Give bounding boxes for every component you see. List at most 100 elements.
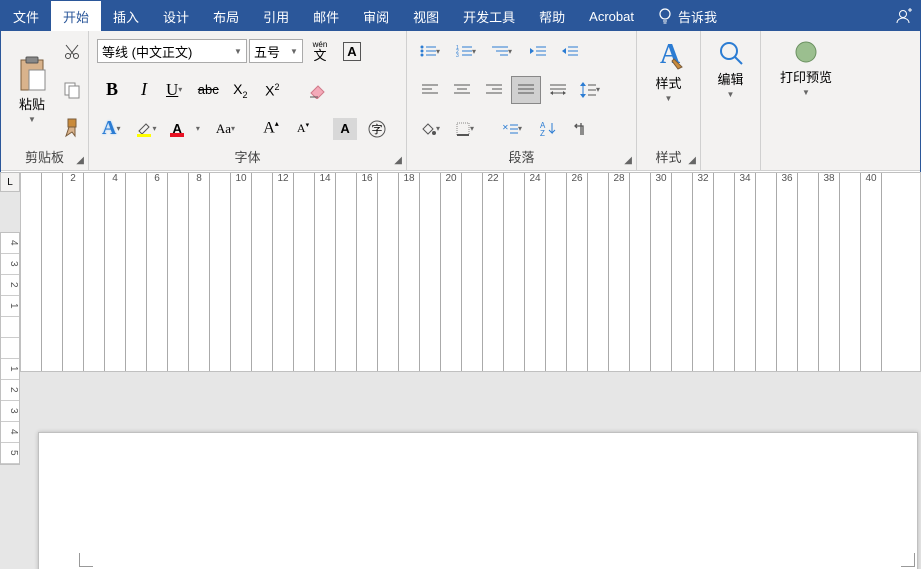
editing-label: 编辑 <box>717 69 743 88</box>
text-effects-button[interactable]: A▾ <box>97 115 129 143</box>
paste-button[interactable]: 粘贴 ▼ <box>9 35 55 145</box>
find-icon <box>717 39 745 67</box>
phonetic-guide-button[interactable]: wén文 <box>305 37 335 65</box>
svg-text:Z: Z <box>540 129 545 137</box>
asian-layout-button[interactable]: ✕▾ <box>497 115 531 143</box>
tab-insert[interactable]: 插入 <box>101 1 151 31</box>
tab-view[interactable]: 视图 <box>401 1 451 31</box>
vertical-ruler[interactable]: 432112345 <box>0 232 20 465</box>
tab-layout[interactable]: 布局 <box>201 1 251 31</box>
clipboard-launcher[interactable]: ◢ <box>76 155 84 166</box>
copy-icon <box>63 81 81 99</box>
paragraph-launcher[interactable]: ◢ <box>624 155 632 166</box>
asian-layout-icon: ✕ <box>502 122 518 136</box>
group-styles: A 样式 ▼ 样式 ◢ <box>637 31 701 170</box>
shading-button[interactable]: ▾ <box>415 115 449 143</box>
tab-references[interactable]: 引用 <box>251 1 301 31</box>
bullets-button[interactable]: ▾ <box>415 37 449 65</box>
enclose-char-button[interactable]: 字 <box>362 115 392 143</box>
char-shading-button[interactable]: A <box>330 115 360 143</box>
font-name-combo[interactable]: 等线 (中文正文)▼ <box>97 39 247 63</box>
paint-bucket-icon <box>420 121 436 137</box>
tab-mail[interactable]: 邮件 <box>301 1 351 31</box>
multilevel-button[interactable]: ▾ <box>487 37 521 65</box>
cut-button[interactable] <box>57 38 87 66</box>
underline-button[interactable]: U▾ <box>161 76 191 104</box>
brush-icon <box>63 118 81 138</box>
sort-icon: AZ <box>540 121 556 137</box>
font-color-button[interactable]: A▾ <box>167 115 208 143</box>
styles-label: 样式 <box>655 73 681 92</box>
font-launcher[interactable]: ◢ <box>394 155 402 166</box>
bold-button[interactable]: B <box>97 76 127 104</box>
line-spacing-button[interactable]: ▾ <box>575 76 609 104</box>
margin-corner-tr <box>901 553 915 567</box>
paste-label: 粘贴 <box>19 94 45 113</box>
tab-file[interactable]: 文件 <box>1 1 51 31</box>
group-font-label: 字体 <box>97 145 398 168</box>
sort-button[interactable]: AZ <box>533 115 563 143</box>
indent-icon <box>562 44 578 58</box>
record-icon <box>793 39 819 65</box>
clear-formatting-button[interactable] <box>303 76 333 104</box>
document-page[interactable] <box>38 432 918 569</box>
highlighter-icon <box>136 121 152 137</box>
styles-button[interactable]: A 样式 ▼ <box>645 35 692 107</box>
group-editing: 编辑 ▼ <box>701 31 761 170</box>
tell-me[interactable]: 告诉我 <box>646 7 729 26</box>
tab-review[interactable]: 审阅 <box>351 1 401 31</box>
tab-design[interactable]: 设计 <box>151 1 201 31</box>
svg-text:字: 字 <box>372 122 383 136</box>
align-justify-icon <box>518 83 534 97</box>
grow-font-button[interactable]: A▴ <box>256 115 286 143</box>
align-center-button[interactable] <box>447 76 477 104</box>
group-paragraph: ▾ 123▾ ▾ ▾ ▾ ▾ ✕▾ AZ <box>407 31 637 170</box>
superscript-button[interactable]: X2 <box>257 76 287 104</box>
borders-button[interactable]: ▾ <box>451 115 483 143</box>
print-preview-button[interactable]: 打印预览 ▼ <box>769 35 843 101</box>
pilcrow-icon <box>573 121 587 137</box>
styles-icon: A <box>652 39 686 71</box>
tab-selector[interactable]: L <box>0 172 20 192</box>
spacing-icon <box>580 82 596 98</box>
subscript-button[interactable]: X2 <box>225 76 255 104</box>
bullets-icon <box>420 44 436 58</box>
numbering-button[interactable]: 123▾ <box>451 37 485 65</box>
align-center-icon <box>454 83 470 97</box>
numbering-icon: 123 <box>456 44 472 58</box>
tab-acrobat[interactable]: Acrobat <box>577 1 646 31</box>
format-painter-button[interactable] <box>57 114 87 142</box>
font-size-combo[interactable]: 五号▼ <box>249 39 303 63</box>
copy-button[interactable] <box>57 76 87 104</box>
print-preview-label: 打印预览 <box>780 67 832 86</box>
tab-home[interactable]: 开始 <box>51 1 101 31</box>
group-clipboard: 粘贴 ▼ 剪贴板 ◢ <box>1 31 89 170</box>
increase-indent-button[interactable] <box>555 37 585 65</box>
change-case-button[interactable]: Aa▾ <box>211 115 244 143</box>
ribbon-tabs: 文件 开始 插入 设计 布局 引用 邮件 审阅 视图 开发工具 帮助 Acrob… <box>1 1 920 31</box>
group-clipboard-label: 剪贴板 <box>9 145 80 168</box>
tell-me-label: 告诉我 <box>678 7 717 26</box>
distributed-icon <box>550 83 566 97</box>
borders-icon <box>456 122 470 136</box>
decrease-indent-button[interactable] <box>523 37 553 65</box>
group-print-preview: 打印预览 ▼ <box>761 31 851 170</box>
strikethrough-button[interactable]: abc <box>193 76 223 104</box>
tab-developer[interactable]: 开发工具 <box>451 1 527 31</box>
shrink-font-button[interactable]: A▾ <box>288 115 318 143</box>
editing-button[interactable]: 编辑 ▼ <box>709 35 752 103</box>
tab-help[interactable]: 帮助 <box>527 1 577 31</box>
show-marks-button[interactable] <box>565 115 595 143</box>
share-button[interactable] <box>886 7 920 25</box>
group-styles-label: 样式 <box>645 145 692 168</box>
highlight-button[interactable]: ▾ <box>131 115 165 143</box>
horizontal-ruler[interactable]: 246810121416182022242628303234363840 <box>20 172 921 372</box>
italic-button[interactable]: I <box>129 76 159 104</box>
align-right-button[interactable] <box>479 76 509 104</box>
align-left-button[interactable] <box>415 76 445 104</box>
align-justify-button[interactable] <box>511 76 541 104</box>
clipboard-icon <box>17 56 47 92</box>
distributed-button[interactable] <box>543 76 573 104</box>
character-border-button[interactable]: A <box>337 37 367 65</box>
styles-launcher[interactable]: ◢ <box>688 155 696 166</box>
